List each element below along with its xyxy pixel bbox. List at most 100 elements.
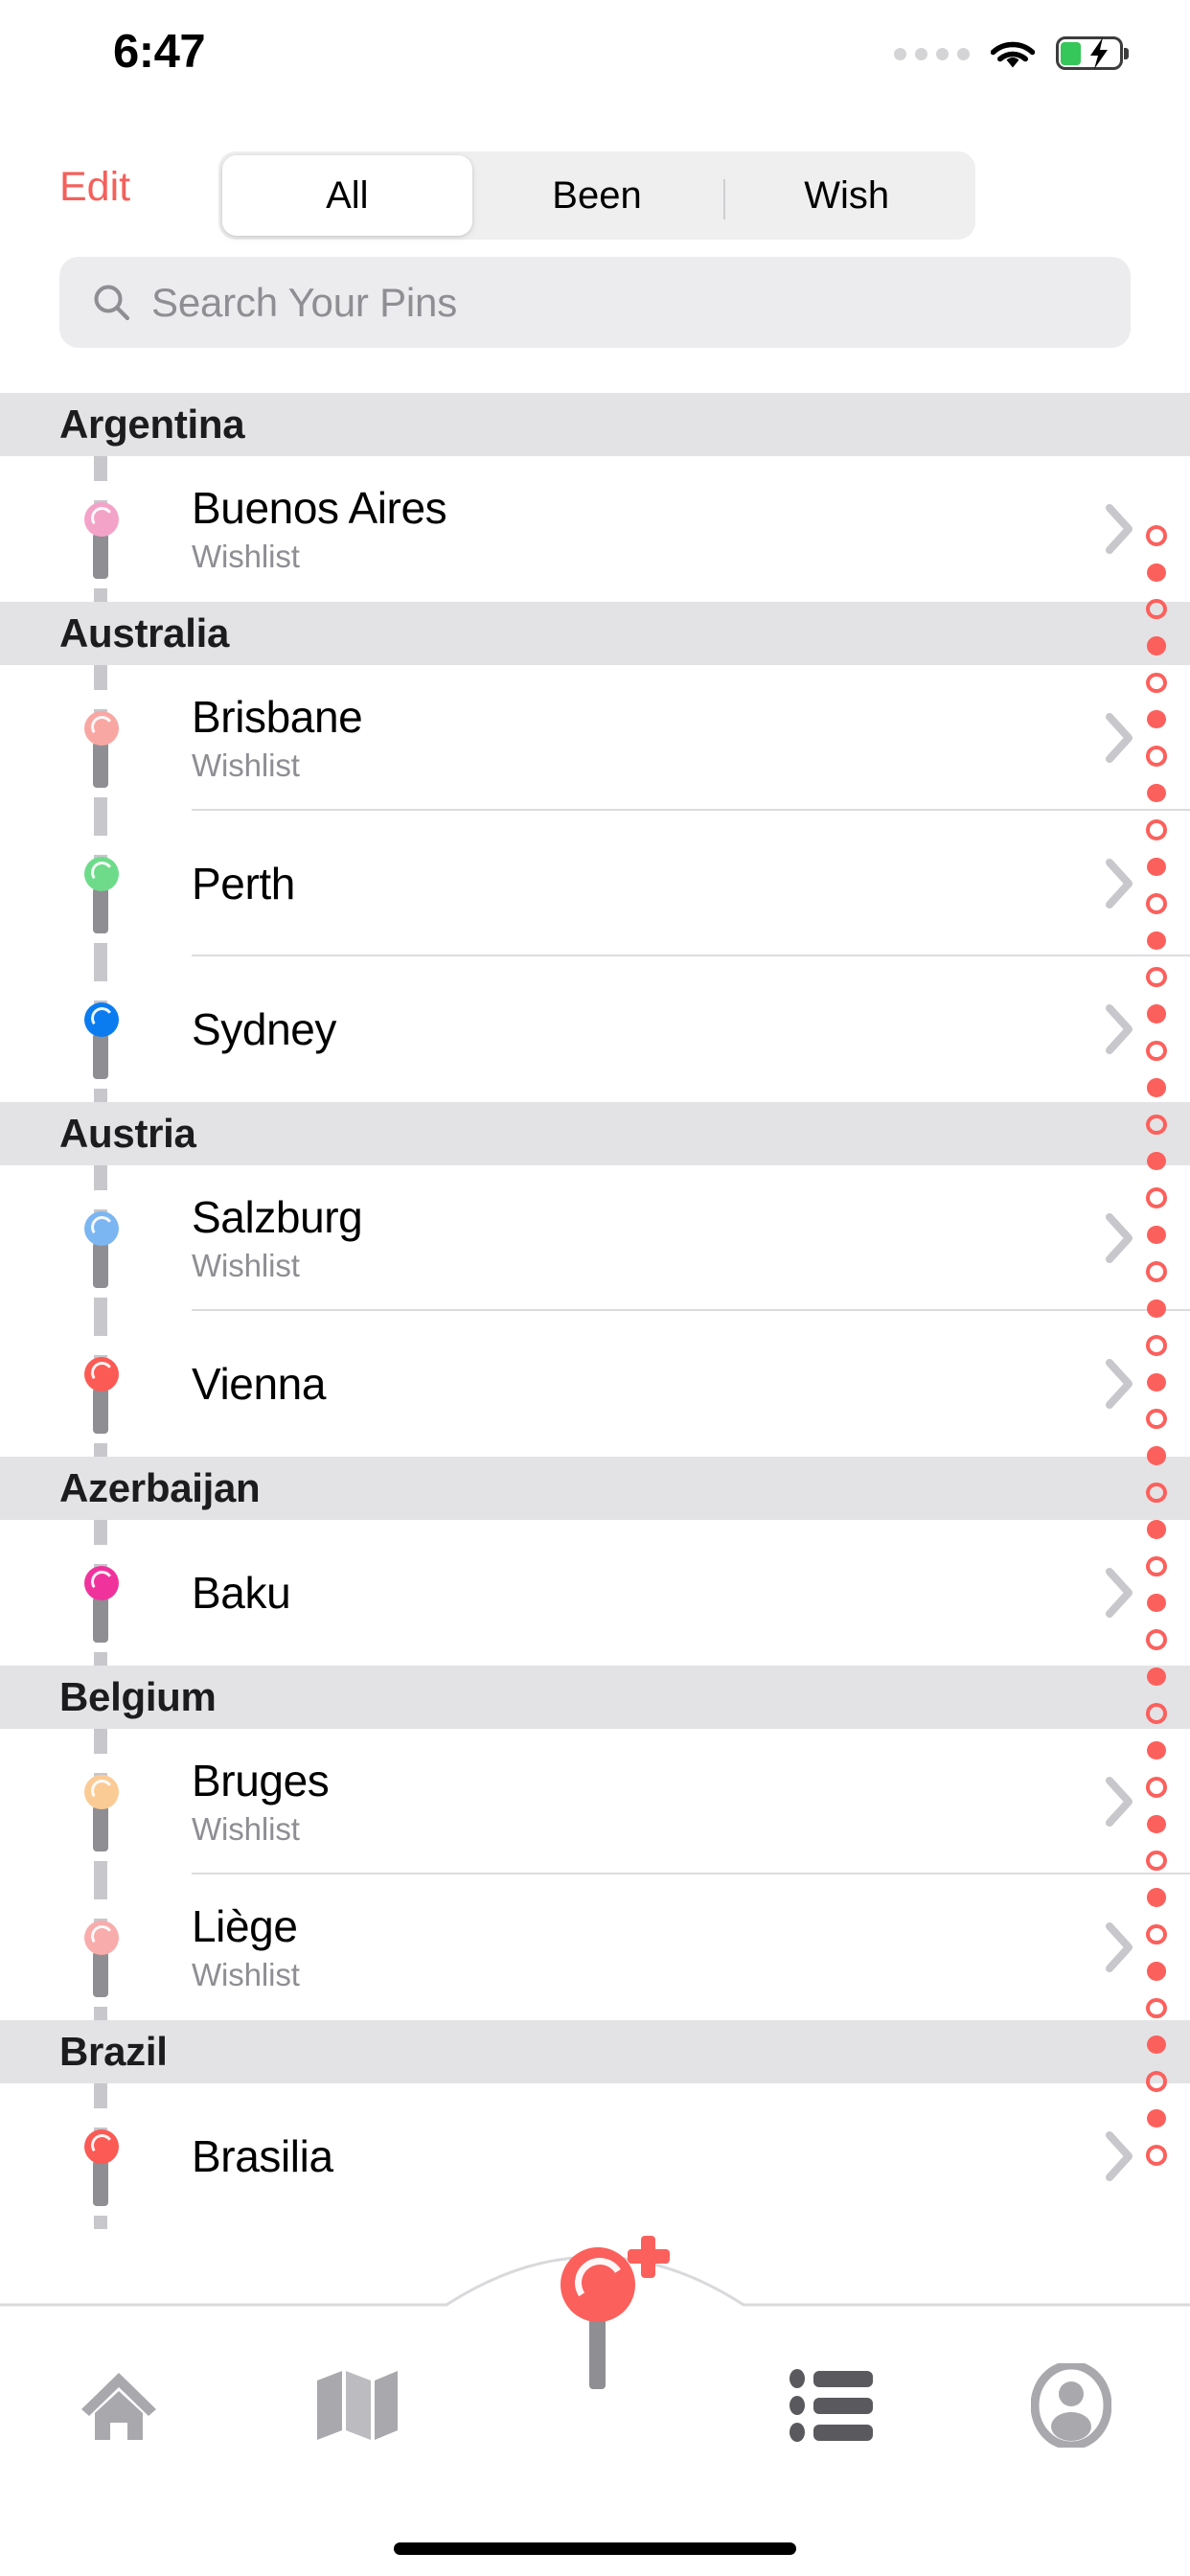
pin-stem [93, 1033, 108, 1079]
section-header: Austria [0, 1102, 1190, 1165]
row-title: Vienna [192, 1358, 327, 1409]
row-content: Sydney [192, 956, 1087, 1102]
index-marker-ring[interactable] [1146, 819, 1167, 840]
table-row[interactable]: Perth [0, 811, 1190, 956]
row-title: Brasilia [192, 2130, 333, 2181]
index-marker-ring[interactable] [1146, 1408, 1167, 1430]
index-marker-filled[interactable] [1147, 710, 1166, 729]
index-marker-ring[interactable] [1146, 966, 1167, 988]
index-marker-ring[interactable] [1146, 893, 1167, 914]
search-bar[interactable]: Search Your Pins [59, 257, 1131, 348]
index-marker-filled[interactable] [1147, 1888, 1166, 1907]
index-marker-filled[interactable] [1147, 784, 1166, 803]
table-row[interactable]: Brisbane Wishlist [0, 665, 1190, 811]
index-marker-filled[interactable] [1147, 1299, 1166, 1319]
index-marker-ring[interactable] [1146, 2071, 1167, 2092]
index-marker-filled[interactable] [1147, 1594, 1166, 1613]
tab-map[interactable] [238, 2355, 475, 2460]
index-marker-filled[interactable] [1147, 1814, 1166, 1833]
index-marker-ring[interactable] [1146, 1261, 1167, 1282]
index-marker-filled[interactable] [1147, 2108, 1166, 2128]
table-row[interactable]: Liège Wishlist [0, 1874, 1190, 2020]
row-content: Baku [192, 1520, 1087, 1666]
segmented-control[interactable]: All Been Wish [218, 151, 975, 240]
tab-home[interactable] [0, 2355, 238, 2460]
section-index-strip[interactable] [1134, 525, 1179, 2183]
index-marker-ring[interactable] [1146, 1555, 1167, 1577]
table-row[interactable]: Sydney [0, 956, 1190, 1102]
index-marker-filled[interactable] [1147, 931, 1166, 950]
tab-wish-label: Wish [804, 173, 890, 217]
index-marker-ring[interactable] [1146, 1629, 1167, 1650]
row-content: Buenos Aires Wishlist [192, 456, 1087, 602]
index-marker-filled[interactable] [1147, 857, 1166, 877]
index-marker-filled[interactable] [1147, 1078, 1166, 1097]
pin-dot [84, 502, 119, 537]
pin-stem [93, 1597, 108, 1643]
pin-dot [84, 2129, 119, 2164]
row-title: Liège [192, 1900, 298, 1951]
index-marker-filled[interactable] [1147, 1962, 1166, 1981]
index-marker-filled[interactable] [1147, 1520, 1166, 1539]
index-marker-ring[interactable] [1146, 672, 1167, 694]
index-marker-filled[interactable] [1147, 1446, 1166, 1465]
tab-profile[interactable] [952, 2355, 1190, 2460]
index-marker-ring[interactable] [1146, 1040, 1167, 1062]
add-pin-button[interactable] [518, 2236, 672, 2429]
table-row[interactable]: Bruges Wishlist [0, 1729, 1190, 1874]
table-row[interactable]: Baku [0, 1520, 1190, 1666]
tab-been[interactable]: Been [472, 155, 722, 236]
index-marker-ring[interactable] [1146, 2145, 1167, 2166]
map-icon [313, 2367, 401, 2449]
wifi-icon [990, 37, 1036, 70]
row-content: Liège Wishlist [192, 1874, 1087, 2020]
index-marker-ring[interactable] [1146, 1923, 1167, 1945]
index-marker-ring[interactable] [1146, 746, 1167, 767]
tab-list[interactable] [714, 2355, 951, 2460]
index-marker-ring[interactable] [1146, 1482, 1167, 1504]
index-marker-filled[interactable] [1147, 1225, 1166, 1245]
index-marker-ring[interactable] [1146, 1114, 1167, 1136]
tab-bar [0, 2236, 1190, 2576]
index-marker-filled[interactable] [1147, 1740, 1166, 1760]
index-marker-ring[interactable] [1146, 1850, 1167, 1872]
index-marker-ring[interactable] [1146, 1703, 1167, 1724]
battery-charging-icon [1056, 36, 1129, 71]
pin-dot [84, 1002, 119, 1037]
index-marker-filled[interactable] [1147, 1667, 1166, 1687]
section-header: Brazil [0, 2020, 1190, 2083]
status-time: 6:47 [113, 26, 206, 78]
row-title: Bruges [192, 1755, 330, 1806]
search-input[interactable]: Search Your Pins [151, 280, 457, 326]
pins-list[interactable]: Argentina Buenos Aires Wishlist Australia Br… [0, 393, 1190, 2305]
index-marker-filled[interactable] [1147, 1372, 1166, 1392]
row-content: Brisbane Wishlist [192, 665, 1087, 811]
index-marker-ring[interactable] [1146, 525, 1167, 546]
index-marker-ring[interactable] [1146, 1997, 1167, 2019]
index-marker-filled[interactable] [1147, 636, 1166, 656]
index-marker-ring[interactable] [1146, 1777, 1167, 1798]
table-row[interactable]: Buenos Aires Wishlist [0, 456, 1190, 602]
list-icon [789, 2368, 877, 2447]
tab-all[interactable]: All [222, 155, 472, 236]
pin-marker [0, 665, 192, 811]
row-title: Brisbane [192, 691, 363, 742]
table-row[interactable]: Vienna [0, 1311, 1190, 1457]
pin-stem [93, 1806, 108, 1852]
row-content: Brasilia [192, 2083, 1087, 2229]
index-marker-filled[interactable] [1147, 2036, 1166, 2055]
index-marker-ring[interactable] [1146, 598, 1167, 620]
row-content: Perth [192, 811, 1087, 956]
index-marker-ring[interactable] [1146, 1187, 1167, 1208]
index-marker-ring[interactable] [1146, 1335, 1167, 1356]
index-marker-filled[interactable] [1147, 1004, 1166, 1024]
search-field[interactable]: Search Your Pins [59, 257, 1131, 348]
table-row[interactable]: Salzburg Wishlist [0, 1165, 1190, 1311]
table-row[interactable]: Brasilia [0, 2083, 1190, 2229]
tab-wish[interactable]: Wish [721, 155, 972, 236]
index-marker-filled[interactable] [1147, 563, 1166, 582]
row-title: Perth [192, 858, 295, 908]
edit-button[interactable]: Edit [59, 164, 130, 211]
pin-marker [0, 1874, 192, 2020]
index-marker-filled[interactable] [1147, 1152, 1166, 1171]
